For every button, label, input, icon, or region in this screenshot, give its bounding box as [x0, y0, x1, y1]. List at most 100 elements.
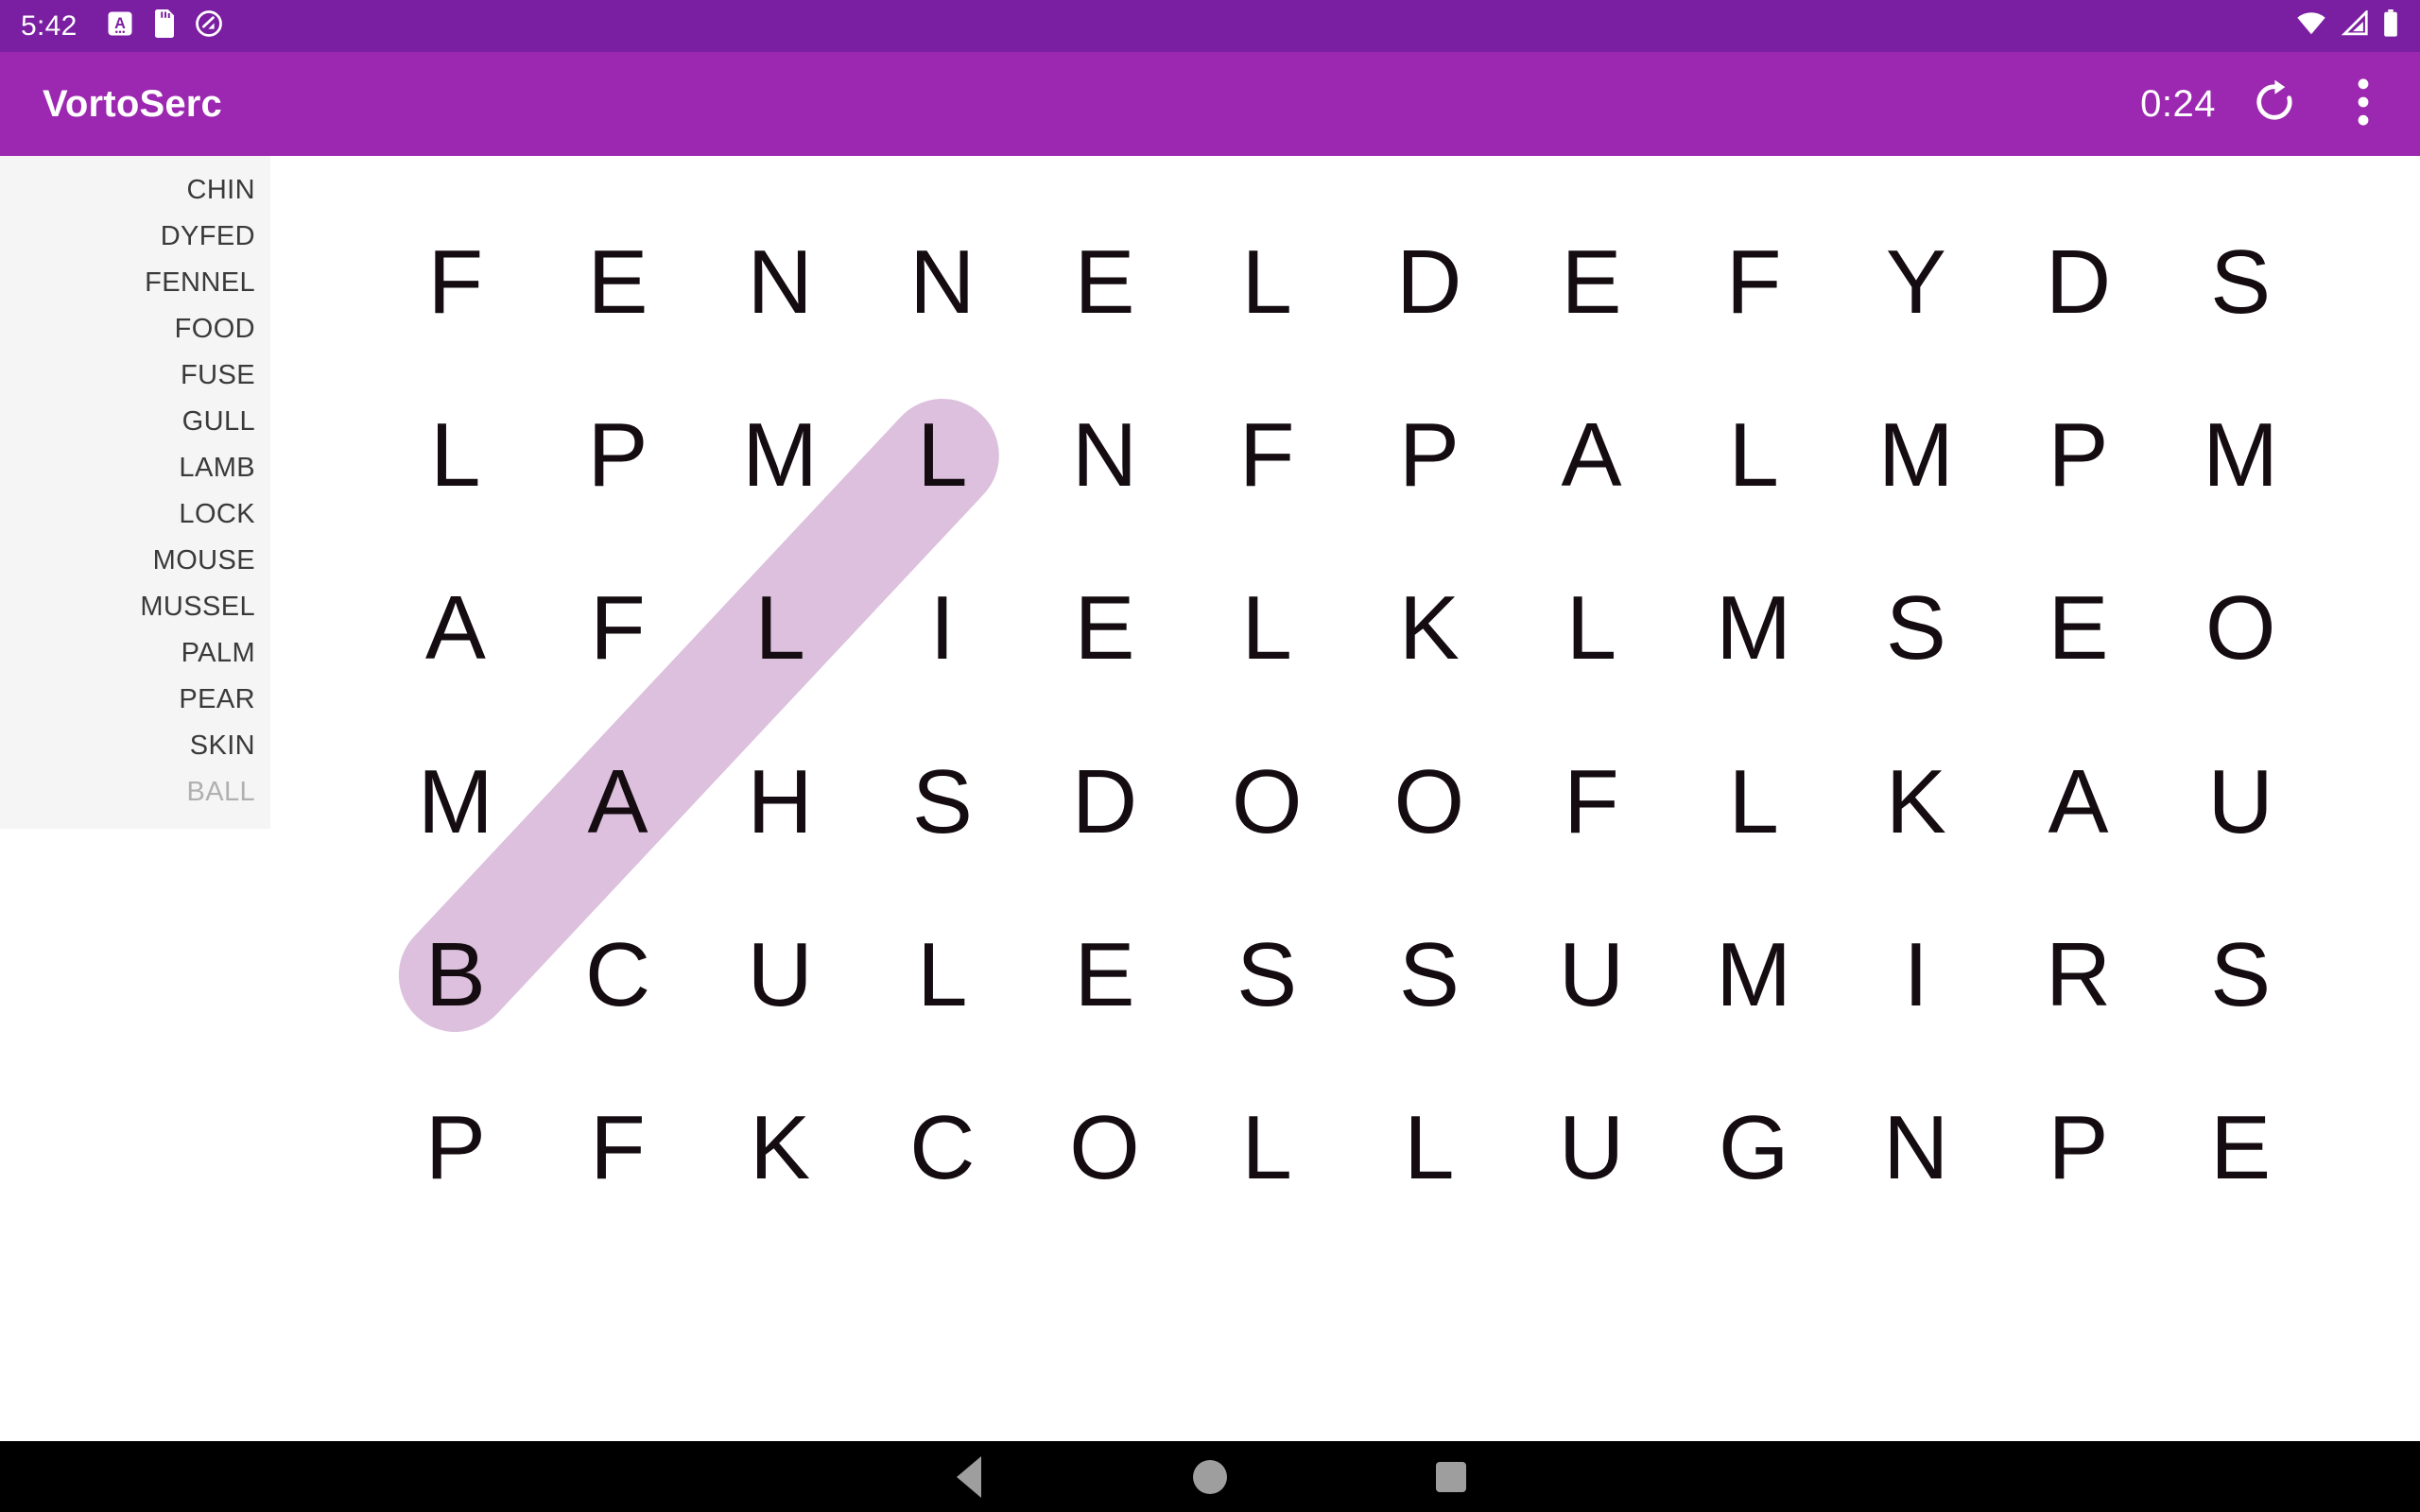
grid-cell[interactable]: I [861, 542, 1024, 715]
more-vertical-icon [2357, 77, 2370, 131]
grid-cell[interactable]: I [1835, 888, 1997, 1061]
grid-cell[interactable]: L [1672, 369, 1835, 541]
grid-cell[interactable]: P [374, 1062, 537, 1235]
grid-cell[interactable]: L [861, 888, 1024, 1061]
grid-cell[interactable]: B [374, 888, 537, 1061]
grid-cell[interactable]: O [1185, 715, 1348, 888]
grid-cell[interactable]: S [1348, 888, 1511, 1061]
grid-cell[interactable]: E [1024, 196, 1186, 369]
grid-cell[interactable]: D [1024, 715, 1186, 888]
nav-recents-button[interactable] [1331, 1461, 1572, 1492]
grid-cell[interactable]: K [1348, 542, 1511, 715]
grid-cell[interactable]: E [1511, 196, 1673, 369]
grid-cell[interactable]: L [861, 369, 1024, 541]
grid-cell[interactable]: U [1511, 1062, 1673, 1235]
word-list-item: MOUSE [152, 545, 255, 576]
grid-cell[interactable]: M [1672, 888, 1835, 1061]
grid-cell[interactable]: O [1348, 715, 1511, 888]
grid-cell[interactable]: P [537, 369, 700, 541]
grid-cell[interactable]: M [374, 715, 537, 888]
grid-cell[interactable]: P [1997, 1062, 2160, 1235]
android-q-icon [195, 9, 223, 43]
grid-cell[interactable]: F [1511, 715, 1673, 888]
grid-cell[interactable]: Y [1835, 196, 1997, 369]
grid-cell[interactable]: L [1185, 196, 1348, 369]
grid-cell[interactable]: D [1348, 196, 1511, 369]
grid-cell[interactable]: U [1511, 888, 1673, 1061]
grid-cell[interactable]: F [1672, 196, 1835, 369]
letter-grid[interactable]: FENNELDEFYDSLPMLNFPALMPMAFLIELKLMSEOMAHS… [374, 196, 2322, 1235]
grid-cell[interactable]: L [1511, 542, 1673, 715]
grid-cell[interactable]: L [699, 542, 861, 715]
grid-cell[interactable]: M [699, 369, 861, 541]
grid-cell[interactable]: H [699, 715, 861, 888]
grid-cell[interactable]: S [1835, 542, 1997, 715]
grid-cell[interactable]: L [1672, 715, 1835, 888]
nav-home-button[interactable] [1090, 1459, 1331, 1494]
grid-cell[interactable]: N [1024, 369, 1186, 541]
status-notification-icons: A [106, 9, 223, 43]
grid-cell[interactable]: N [699, 196, 861, 369]
grid-cell[interactable]: L [1348, 1062, 1511, 1235]
grid-cell[interactable]: C [861, 1062, 1024, 1235]
puzzle-area[interactable]: FENNELDEFYDSLPMLNFPALMPMAFLIELKLMSEOMAHS… [270, 156, 2420, 1441]
grid-cell[interactable]: S [2159, 196, 2322, 369]
word-list-item: CHIN [186, 175, 255, 205]
word-list-item: PALM [181, 638, 255, 668]
refresh-button[interactable] [2244, 74, 2305, 134]
grid-cell[interactable]: P [1997, 369, 2160, 541]
word-list-item: LOCK [179, 499, 255, 529]
grid-cell[interactable]: F [1185, 369, 1348, 541]
grid-cell[interactable]: A [374, 542, 537, 715]
grid-cell[interactable]: C [537, 888, 700, 1061]
grid-cell[interactable]: F [537, 1062, 700, 1235]
a-badge-icon: A [106, 9, 134, 43]
grid-cell[interactable]: F [374, 196, 537, 369]
word-list-item: DYFED [160, 221, 255, 251]
game-timer: 0:24 [2140, 82, 2216, 125]
grid-cell[interactable]: O [1024, 1062, 1186, 1235]
grid-cell[interactable]: A [537, 715, 700, 888]
grid-cell[interactable]: N [1835, 1062, 1997, 1235]
grid-cell[interactable]: U [2159, 715, 2322, 888]
grid-cell[interactable]: S [2159, 888, 2322, 1061]
grid-cell[interactable]: R [1997, 888, 2160, 1061]
system-navigation-bar [0, 1441, 2420, 1512]
grid-cell[interactable]: S [861, 715, 1024, 888]
nav-back-button[interactable] [849, 1455, 1090, 1498]
word-list-item: FENNEL [145, 267, 255, 298]
grid-cell[interactable]: E [1024, 888, 1186, 1061]
grid-cell[interactable]: E [1997, 542, 2160, 715]
grid-cell[interactable]: M [1835, 369, 1997, 541]
grid-cell[interactable]: A [1997, 715, 2160, 888]
wifi-icon [2295, 10, 2327, 42]
grid-cell[interactable]: F [537, 542, 700, 715]
grid-cell[interactable]: D [1997, 196, 2160, 369]
overflow-menu-button[interactable] [2333, 74, 2394, 134]
cell-signal-icon [2341, 9, 2369, 42]
grid-cell[interactable]: N [861, 196, 1024, 369]
grid-cell[interactable]: S [1185, 888, 1348, 1061]
word-list-panel: CHIN DYFED FENNEL FOOD FUSE GULL LAMB LOCK MOUSE… [0, 156, 270, 829]
grid-cell[interactable]: G [1672, 1062, 1835, 1235]
grid-cell[interactable]: L [1185, 1062, 1348, 1235]
grid-cell[interactable]: E [1024, 542, 1186, 715]
grid-cell[interactable]: E [2159, 1062, 2322, 1235]
word-list-item: GULL [182, 406, 255, 437]
grid-cell[interactable]: U [699, 888, 861, 1061]
grid-cell[interactable]: O [2159, 542, 2322, 715]
grid-cell[interactable]: E [537, 196, 700, 369]
status-bar: 5:42 A [0, 0, 2420, 52]
grid-cell[interactable]: L [374, 369, 537, 541]
grid-cell[interactable]: K [1835, 715, 1997, 888]
grid-cell[interactable]: M [1672, 542, 1835, 715]
word-list-item: FOOD [174, 314, 255, 344]
home-icon [1193, 1459, 1227, 1494]
word-list-item: SKIN [189, 730, 255, 761]
grid-cell[interactable]: M [2159, 369, 2322, 541]
refresh-icon [2250, 77, 2299, 131]
grid-cell[interactable]: K [699, 1062, 861, 1235]
grid-cell[interactable]: A [1511, 369, 1673, 541]
grid-cell[interactable]: P [1348, 369, 1511, 541]
grid-cell[interactable]: L [1185, 542, 1348, 715]
